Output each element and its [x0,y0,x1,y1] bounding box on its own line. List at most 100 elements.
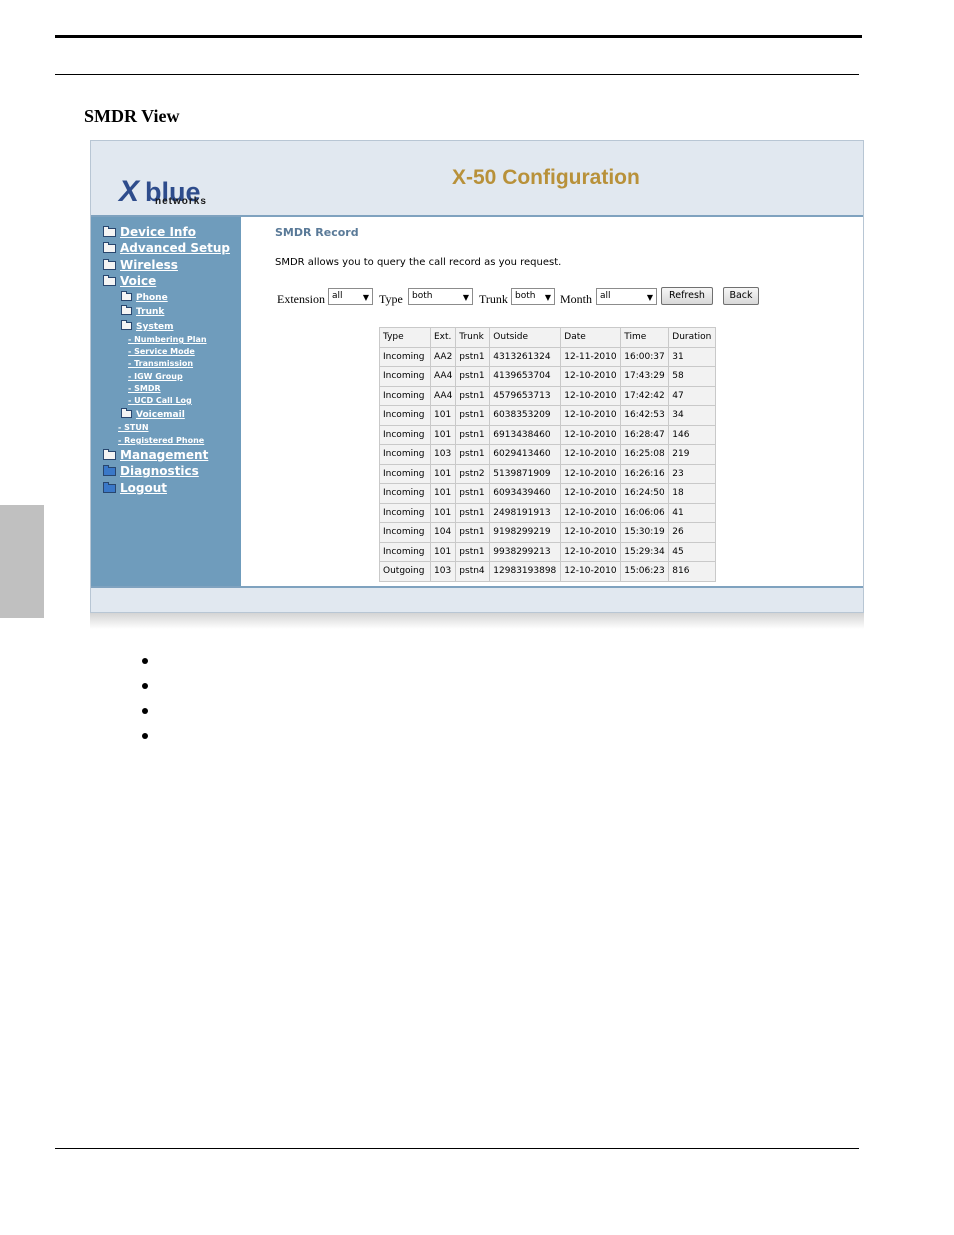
table-cell: 17:42:42 [621,386,669,405]
sidebar-nav: Device Info Advanced Setup Wireless Voic… [91,217,241,586]
table-row: Incoming AA4 pstn1 4579653713 12-10-2010 17:4… [380,386,716,405]
bullet-point [142,658,148,664]
sidebar-item-logout[interactable]: Logout [120,481,167,495]
table-cell: Incoming [380,542,430,561]
back-button[interactable]: Back [723,287,759,305]
sidebar-item-phone[interactable]: Phone [136,293,168,303]
table-cell: 23 [669,464,716,483]
table-cell: 101 [431,406,456,425]
table-cell: 101 [431,503,456,522]
bullet-point [142,683,148,689]
table-cell: 12-10-2010 [561,386,621,405]
sidebar-item-ucd-call-log[interactable]: - UCD Call Log [128,396,192,405]
table-cell: 4579653713 [490,386,561,405]
sidebar-item-voicemail[interactable]: Voicemail [136,410,185,420]
table-cell: pstn1 [456,523,490,542]
table-row: Incoming 101 pstn1 6038353209 12-10-2010 16:4… [380,406,716,425]
sidebar-item-wireless[interactable]: Wireless [120,258,178,272]
sidebar-item-smdr[interactable]: - SMDR [128,384,161,393]
trunk-select[interactable]: both ▼ [511,288,555,305]
table-cell: 2498191913 [490,503,561,522]
table-body: Incoming AA2 pstn1 4313261324 12-11-2010 16:0… [380,347,716,581]
column-header: Time [621,328,669,347]
table-cell: 15:06:23 [621,562,669,581]
sidebar-item-stun[interactable]: - STUN [118,423,149,432]
refresh-button[interactable]: Refresh [661,287,713,305]
folder-icon [121,408,132,418]
column-header: Ext. [431,328,456,347]
column-header: Type [380,328,430,347]
table-cell: 9198299219 [490,523,561,542]
table-cell: Incoming [380,464,430,483]
table-cell: 18 [669,484,716,503]
table-cell: 12-10-2010 [561,464,621,483]
extension-select-value: all [332,291,343,301]
table-cell: 104 [431,523,456,542]
table-cell: pstn2 [456,464,490,483]
sidebar-item-registered-phone[interactable]: - Registered Phone [118,436,204,445]
table-cell: 16:00:37 [621,347,669,366]
table-cell: 816 [669,562,716,581]
month-select[interactable]: all ▼ [596,288,657,305]
sidebar-item-voice[interactable]: Voice [120,274,156,288]
table-cell: 103 [431,562,456,581]
column-header: Outside [490,328,561,347]
table-cell: 12-10-2010 [561,367,621,386]
month-label: Month [560,292,593,306]
type-select[interactable]: both ▼ [408,288,473,305]
table-row: Incoming 101 pstn1 6913438460 12-10-2010 16:2… [380,425,716,444]
sidebar-item-service-mode[interactable]: - Service Mode [128,347,195,356]
folder-icon [103,465,116,476]
chapter-tab [0,505,44,618]
table-cell: AA2 [431,347,456,366]
chevron-down-icon: ▼ [646,293,653,302]
table-cell: 12-10-2010 [561,425,621,444]
footer-bar [91,586,863,612]
table-cell: Incoming [380,367,430,386]
folder-open-icon [103,275,116,286]
sidebar-item-system[interactable]: System [136,322,174,332]
table-cell: 16:24:50 [621,484,669,503]
sidebar-item-advanced-setup[interactable]: Advanced Setup [120,241,230,255]
bullet-point [142,733,148,739]
table-cell: pstn1 [456,425,490,444]
footer-rule [55,1148,859,1149]
sidebar-item-management[interactable]: Management [120,448,208,462]
folder-icon [103,482,116,493]
table-cell: 12-10-2010 [561,445,621,464]
table-header-row: Type Ext. Trunk Outside Date Time Durati… [380,328,716,347]
sidebar-item-igw-group[interactable]: - IGW Group [128,372,183,381]
sidebar-item-device-info[interactable]: Device Info [120,225,196,239]
table-cell: 58 [669,367,716,386]
table-cell: 12-10-2010 [561,503,621,522]
top-rule [55,35,862,38]
table-cell: 12-11-2010 [561,347,621,366]
table-cell: 16:26:16 [621,464,669,483]
table-cell: 45 [669,542,716,561]
table-cell: 12-10-2010 [561,523,621,542]
chevron-down-icon: ▼ [362,293,369,302]
smdr-table: Type Ext. Trunk Outside Date Time Durati… [379,327,717,582]
sidebar-item-transmission[interactable]: - Transmission [128,359,193,368]
folder-icon [121,291,132,301]
sidebar-item-numbering-plan[interactable]: - Numbering Plan [128,335,207,344]
type-label: Type [379,292,403,306]
type-select-value: both [412,291,433,301]
app-header: X blue networks X-50 Configuration [91,141,863,217]
table-cell: 6913438460 [490,425,561,444]
table-cell: Incoming [380,445,430,464]
table-cell: Incoming [380,503,430,522]
brand-logo: X blue networks [119,177,229,211]
sidebar-item-trunk[interactable]: Trunk [136,307,164,317]
extension-select[interactable]: all ▼ [328,288,373,305]
table-cell: pstn1 [456,347,490,366]
table-cell: Incoming [380,425,430,444]
header-rule [55,74,859,75]
table-cell: Incoming [380,386,430,405]
folder-icon [103,259,116,270]
chevron-down-icon: ▼ [462,293,469,302]
sidebar-item-diagnostics[interactable]: Diagnostics [120,464,199,478]
table-cell: 219 [669,445,716,464]
table-cell: 101 [431,542,456,561]
table-cell: 12-10-2010 [561,562,621,581]
